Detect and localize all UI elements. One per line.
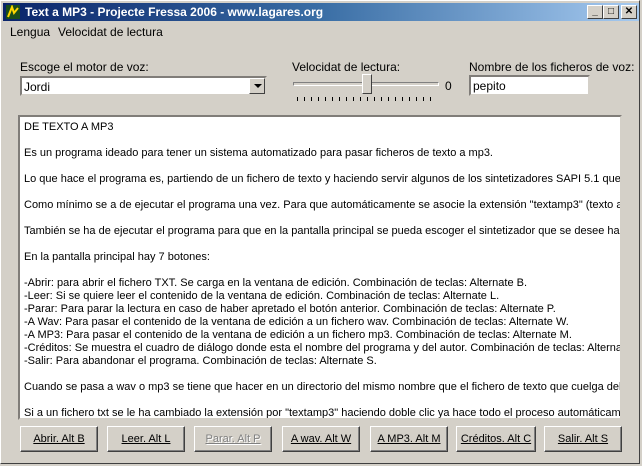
document-line: También se ha de ejecutar el programa pa… [24,225,622,237]
menu-lengua[interactable]: Lengua [10,25,50,39]
voice-engine-value: Jordi [24,80,51,94]
voice-engine-label: Escoge el motor de voz: [20,60,149,74]
document-line: -A MP3: Para pasar el contenido de la ve… [24,329,572,341]
document-line: -Salir: Para abandonar el programa. Comb… [24,355,377,367]
document-line: Cuando se pasa a wav o mp3 se tiene que … [24,381,622,393]
document-line: -Abrir: para abrir el fichero TXT. Se ca… [24,277,528,289]
document-line: En la pantalla principal hay 7 botones: [24,251,210,263]
reading-speed-value: 0 [445,79,452,93]
maximize-button[interactable]: □ [603,5,619,19]
a-mp3-button[interactable]: A MP3. Alt M [370,426,448,452]
leer-button[interactable]: Leer. Alt L [107,426,185,452]
abrir-button[interactable]: Abrir. Alt B [20,426,98,452]
chevron-down-icon[interactable] [249,78,265,94]
document-line: -Leer: Si se quiere leer el contenido de… [24,290,500,302]
a-wav-button[interactable]: A wav. Alt W [282,426,360,452]
document-line: Lo que hace el programa es, partiendo de… [24,173,622,185]
document-line: -A Wav: Para pasar el contenido de la ve… [24,316,569,328]
document-line: Es un programa ideado para tener un sist… [24,147,493,159]
document-line: -Parar: Para parar la lectura en caso de… [24,303,556,315]
salir-button[interactable]: Salir. Alt S [544,426,622,452]
creditos-button[interactable]: Créditos. Alt C [456,426,536,452]
minimize-button[interactable]: _ [587,5,603,19]
main-window: Text a MP3 - Projecte Fressa 2006 - www.… [0,0,640,464]
reading-speed-ticks [297,97,437,101]
voice-files-label: Nombre de los ficheros de voz: [469,60,635,74]
app-icon [6,5,20,19]
window-title: Text a MP3 - Projecte Fressa 2006 - www.… [25,5,324,19]
document-line: Como mínimo se a de ejecutar el programa… [24,199,622,211]
reading-speed-label: Velocidat de lectura: [292,60,401,74]
close-button[interactable]: ✕ [621,5,637,19]
menu-bar: Lengua Velocidat de lectura [3,22,639,41]
document-line: -Créditos: Se muestra el cuadro de diálo… [24,342,622,354]
parar-button: Parar. Alt P [194,426,272,452]
document-line: Si a un fichero txt se le ha cambiado la… [24,407,622,419]
voice-engine-select[interactable]: Jordi [20,76,267,96]
title-bar[interactable]: Text a MP3 - Projecte Fressa 2006 - www.… [3,3,639,21]
document-line: DE TEXTO A MP3 [24,121,114,133]
voice-files-input[interactable]: pepito [469,75,590,96]
reading-speed-thumb[interactable] [362,74,372,94]
menu-velocidad-lectura[interactable]: Velocidat de lectura [58,25,163,39]
document-editor[interactable]: DE TEXTO A MP3 Es un programa ideado para… [18,115,622,420]
